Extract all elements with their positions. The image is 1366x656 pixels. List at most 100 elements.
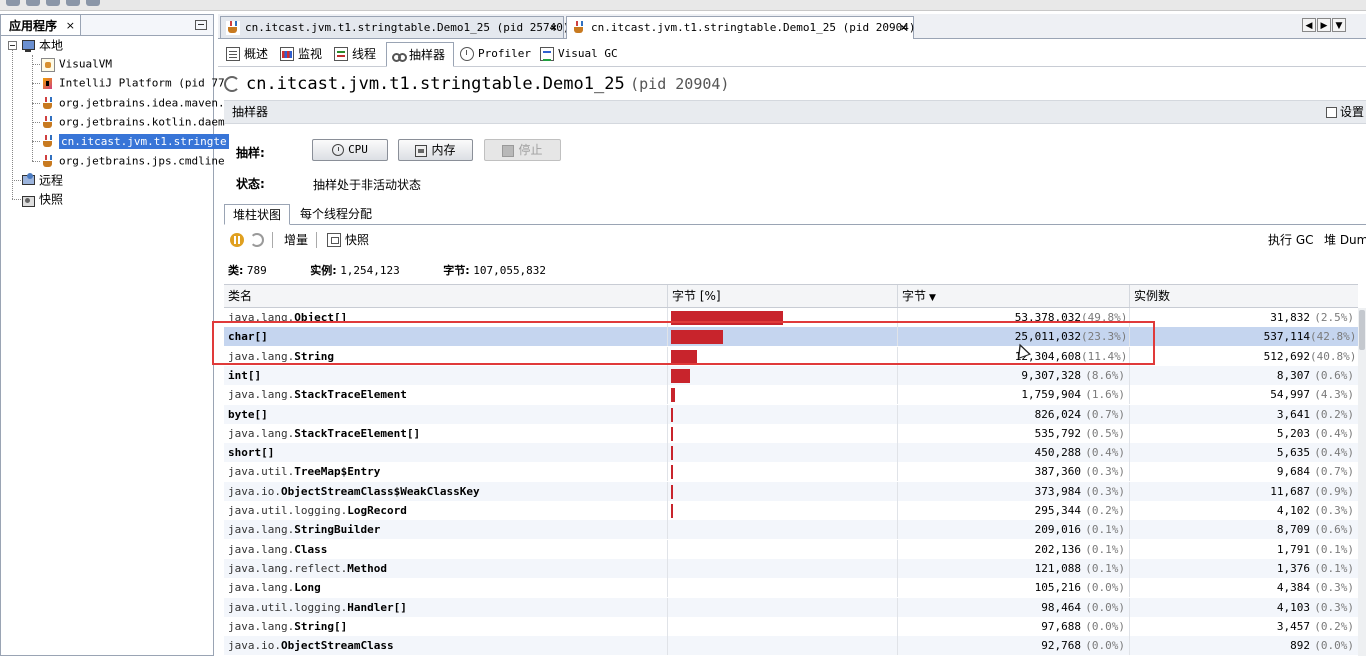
applications-tab[interactable]: 应用程序 ×: [1, 15, 81, 35]
bytes-value: 98,464: [1041, 600, 1081, 614]
table-row[interactable]: short[] 450,288 (0.4%) 5,635 (0.4%): [224, 443, 1358, 463]
doc-tab-pid-25740[interactable]: cn.itcast.jvm.t1.stringtable.Demo1_25 (p…: [220, 16, 570, 39]
tree-node-kotlin[interactable]: org.jetbrains.kotlin.daem: [41, 113, 225, 131]
table-row[interactable]: java.lang.String[] 97,688 (0.0%) 3,457 (0.2%…: [224, 616, 1358, 636]
table-row[interactable]: java.lang.Class 202,136 (0.1%) 1,791 (0.1%): [224, 539, 1358, 559]
bytes-percent: (8.6%): [1085, 368, 1125, 382]
bytes-percent-cell: [668, 423, 898, 443]
scroll-right-icon[interactable]: ▶: [1317, 18, 1331, 32]
tree-node-jps[interactable]: org.jetbrains.jps.cmdline: [41, 152, 225, 170]
instances-cell: 11,687 (0.9%): [1130, 482, 1358, 501]
tab-monitor[interactable]: 监视: [276, 42, 328, 66]
tab-sampler[interactable]: 抽样器: [386, 42, 454, 67]
top-toolbar-strip: [0, 0, 1366, 11]
memory-sample-button[interactable]: 内存: [398, 139, 473, 161]
tree-node-demo[interactable]: cn.itcast.jvm.t1.stringte: [41, 132, 229, 150]
toolbar-button[interactable]: [66, 0, 80, 6]
bytes-percent-cell: [668, 327, 898, 347]
toolbar-separator: [272, 232, 273, 248]
heap-dump-button[interactable]: 堆 Dump: [1324, 228, 1366, 252]
column-header-instances[interactable]: 实例数: [1130, 285, 1358, 307]
collapse-icon[interactable]: [8, 41, 17, 50]
toolbar-button[interactable]: [6, 0, 20, 6]
instances-value: 31,832: [1270, 311, 1310, 324]
toolbar-button[interactable]: [86, 0, 100, 6]
table-row[interactable]: java.lang.StackTraceElement[] 535,792 (0.5…: [224, 423, 1358, 443]
bytes-percent: (0.2%): [1085, 504, 1125, 517]
bytes-percent-bar: [671, 368, 690, 383]
tab-per-thread-allocations[interactable]: 每个线程分配: [292, 204, 388, 224]
table-row[interactable]: java.lang.String 12,304,608(11.4%) 512,692…: [224, 346, 1358, 366]
tree-node-local[interactable]: 本地: [21, 36, 63, 54]
tab-list-icon[interactable]: ▼: [1332, 18, 1346, 32]
table-row[interactable]: java.io.ObjectStreamClass$WeakClassKey 37…: [224, 481, 1358, 501]
package-name: java.lang.: [228, 523, 295, 537]
toolbar-button[interactable]: [26, 0, 40, 6]
settings-checkbox[interactable]: [1325, 107, 1337, 118]
package-name: java.lang.reflect.: [228, 561, 348, 575]
table-row[interactable]: java.util.logging.LogRecord 295,344 (0.2%)…: [224, 501, 1358, 520]
package-name: java.lang.: [228, 426, 295, 440]
class-name: ObjectStreamClass$WeakClassKey: [280, 484, 480, 498]
table-row[interactable]: byte[] 826,024 (0.7%) 3,641 (0.2%): [224, 404, 1358, 424]
instances-cell: 1,791 (0.1%): [1130, 540, 1358, 559]
table-row[interactable]: java.util.TreeMap$Entry 387,360 (0.3%) 9,68…: [224, 462, 1358, 482]
table-row[interactable]: java.lang.Object[] 53,378,032(49.8%) 31,83…: [224, 308, 1358, 327]
applications-panel-header: 应用程序 ×: [1, 15, 213, 36]
class-name-cell: char[]: [224, 327, 668, 347]
instances-percent: (0.6%): [1314, 368, 1354, 382]
bytes-value: 1,759,904: [1021, 388, 1081, 402]
bytes-percent: (0.0%): [1085, 619, 1125, 633]
column-header-bytes-percent[interactable]: 字节 [%]: [668, 285, 898, 307]
tree-node-snapshots[interactable]: 快照: [21, 190, 63, 208]
tree-node-visualvm[interactable]: VisualVM: [41, 55, 112, 73]
table-row[interactable]: char[] 25,011,032(23.3%) 537,114(42.8%): [224, 327, 1358, 347]
stop-button[interactable]: 停止: [484, 139, 561, 161]
refresh-icon[interactable]: [250, 233, 264, 247]
perform-gc-button[interactable]: 执行 GC: [1268, 228, 1314, 252]
close-icon[interactable]: ×: [900, 17, 907, 39]
column-header-bytes[interactable]: 字节 ▼: [898, 285, 1130, 307]
table-row[interactable]: java.lang.StringBuilder 209,016 (0.1%) 8,70…: [224, 520, 1358, 540]
tab-visual-gc[interactable]: Visual GC: [536, 42, 620, 66]
tab-profiler[interactable]: Profiler: [456, 42, 532, 66]
tree-node-remote[interactable]: 远程: [21, 171, 63, 189]
pause-icon[interactable]: [230, 233, 244, 247]
settings-toggle[interactable]: 设置: [1325, 101, 1364, 123]
tab-overview[interactable]: 概述: [222, 42, 274, 66]
instances-value: 11,687: [1270, 484, 1310, 498]
doc-tab-pid-20904[interactable]: cn.itcast.jvm.t1.stringtable.Demo1_25 (p…: [566, 16, 916, 39]
package-name: java.util.logging.: [228, 504, 348, 517]
instances-cell: 512,692(40.8%): [1130, 347, 1358, 366]
tab-threads[interactable]: 线程: [330, 42, 384, 66]
close-icon[interactable]: ×: [550, 17, 557, 39]
toolbar-button[interactable]: [46, 0, 60, 6]
column-header-class-name[interactable]: 类名: [224, 285, 668, 307]
table-row[interactable]: java.util.logging.Handler[] 98,464 (0.0%) 4…: [224, 597, 1358, 617]
tab-heap-histogram[interactable]: 堆柱状图: [224, 204, 290, 225]
table-row[interactable]: java.lang.StackTraceElement 1,759,904 (1.6…: [224, 385, 1358, 405]
tree-node-label: 本地: [39, 38, 64, 53]
snapshot-button[interactable]: 快照: [345, 228, 369, 252]
table-row[interactable]: java.io.ObjectStreamClass 92,768 (0.0%) 892…: [224, 636, 1358, 656]
close-icon[interactable]: ×: [66, 15, 75, 37]
scrollbar-thumb[interactable]: [1359, 310, 1365, 350]
cpu-sample-button[interactable]: CPU: [312, 139, 388, 161]
scroll-left-icon[interactable]: ◀: [1302, 18, 1316, 32]
class-name-cell: int[]: [224, 365, 668, 385]
minimize-icon[interactable]: [195, 20, 207, 30]
tree-node-maven[interactable]: org.jetbrains.idea.maven.: [41, 94, 225, 112]
vertical-scrollbar[interactable]: [1358, 308, 1366, 656]
java-cup-icon: [41, 115, 55, 130]
table-row[interactable]: java.lang.Long 105,216 (0.0%) 4,384 (0.3%): [224, 578, 1358, 598]
bytes-value: 121,088: [1034, 561, 1081, 575]
bytes-percent: (0.7%): [1085, 407, 1125, 421]
tree-node-label: cn.itcast.jvm.t1.stringte: [59, 133, 229, 149]
instances-value: 892: [1290, 639, 1310, 653]
class-name: Object[]: [294, 311, 348, 324]
table-row[interactable]: java.lang.reflect.Method 121,088 (0.1%) 1,3…: [224, 558, 1358, 578]
table-row[interactable]: int[] 9,307,328 (8.6%) 8,307 (0.6%): [224, 365, 1358, 385]
tree-node-intellij[interactable]: IntelliJ Platform (pid 77: [41, 74, 225, 92]
bytes-percent-cell: [668, 481, 898, 501]
delta-button[interactable]: 增量: [284, 228, 308, 252]
